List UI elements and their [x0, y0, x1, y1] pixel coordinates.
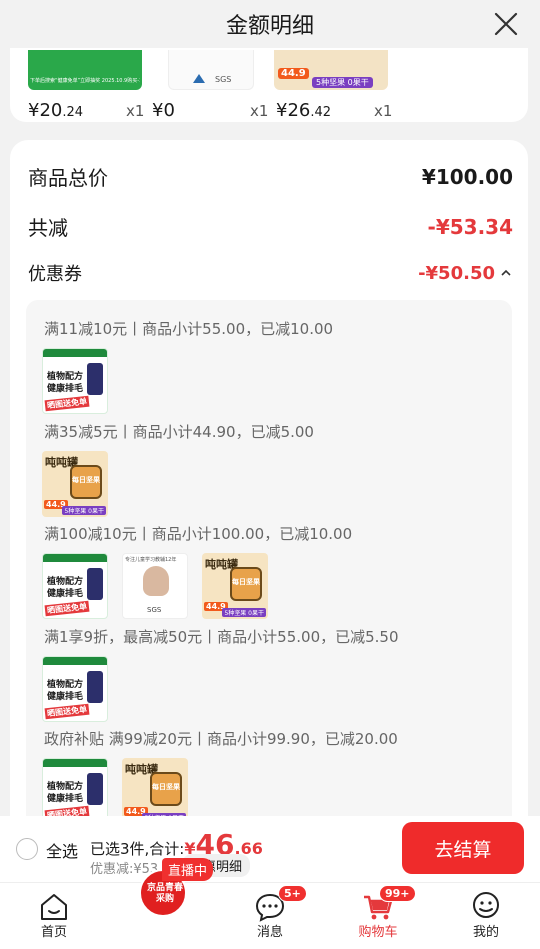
coupon-value-group[interactable]: -¥50.50: [418, 263, 513, 284]
tab-bar: 首页 京品青春采购 5+ 消息 99+ 购物车 我的: [0, 869, 540, 949]
coupon-row[interactable]: 优惠券 -¥50.50: [28, 260, 513, 286]
coupon-rule-5: 政府补贴 满99减20元丨商品小计99.90，已减20.00: [44, 730, 398, 748]
tab-profile[interactable]: 我的: [441, 883, 531, 949]
tab-home[interactable]: 首页: [9, 883, 99, 949]
thumb-banner: 5种坚果 0果干: [222, 608, 266, 617]
coupon-rule-3-thumbs: 植物配方 健康排毛 晒图送免单 专注儿童学习教辅12年 SGS 吨吨罐 每日坚果 44.9…: [42, 553, 268, 619]
coupon-rule-1-thumbs: 植物配方 健康排毛 晒图送免单: [42, 348, 108, 414]
thumb-portrait: [143, 566, 169, 596]
thumb-sgs: SGS: [147, 606, 162, 614]
thumb-header-bar: [43, 349, 107, 357]
checkout-bar: 全选 已选3件,合计:¥46.66 优惠减:¥53.34 优惠明细 去结算: [0, 816, 540, 882]
item-image-strip-3: 44.9 5种坚果 0果干: [274, 50, 388, 90]
page-title: 金额明细: [225, 14, 314, 39]
coupon-rule-2: 满35减5元丨商品小计44.90，已减5.00: [44, 423, 314, 441]
thumb-bottle: [87, 671, 103, 703]
product-thumb-herbal[interactable]: 植物配方 健康排毛 晒图送免单: [42, 758, 108, 824]
thumb-subtitle: 健康排毛: [47, 692, 84, 702]
page: 金额明细 下单后搜索“健康免单”立即抽奖 2025.10.9购买-11.14 S…: [0, 0, 540, 949]
product-thumb-herbal[interactable]: 植物配方 健康排毛 晒图送免单: [42, 348, 108, 414]
coupon-rule-5-thumbs: 植物配方健康排毛晒图送免单 吨吨罐每日坚果44.95种坚果 0果干: [42, 758, 188, 824]
total-reduce-label: 共减: [28, 216, 68, 240]
coupon-rule-3: 满100减10元丨商品小计100.00，已减10.00: [44, 525, 353, 543]
thumb-jar-label: 每日坚果: [72, 476, 100, 484]
coupon-rule-2-thumbs: 吨吨罐 每日坚果 44.9 5种坚果 0果干: [42, 451, 108, 517]
coupon-rule-4-thumbs: 植物配方 健康排毛 晒图送免单: [42, 656, 108, 722]
product-thumb-nuts[interactable]: 吨吨罐每日坚果44.95种坚果 0果干: [202, 553, 268, 619]
item-strip-text: 5种坚果 0果干: [312, 77, 373, 88]
coupon-value: -¥50.50: [418, 262, 495, 284]
product-thumb-nuts[interactable]: 吨吨罐每日坚果44.95种坚果 0果干: [122, 758, 188, 824]
select-all-radio[interactable]: [16, 838, 38, 860]
item-price-1: ¥20.24: [28, 100, 84, 121]
thumb-banner: 晒图送免单: [44, 600, 90, 617]
cart-badge: 99+: [379, 885, 416, 902]
home-icon: [41, 894, 67, 920]
item-image-strip-2: SGS: [168, 50, 254, 90]
tab-messages-label: 消息: [256, 925, 283, 940]
tab-live-promo[interactable]: 京品青春采购: [117, 869, 207, 949]
product-thumb-nuts[interactable]: 吨吨罐每日坚果44.95种坚果 0果干: [42, 451, 108, 517]
thumb-banner: 晒图送免单: [44, 395, 90, 412]
item-qty-1: x1: [126, 102, 145, 120]
product-thumb-book[interactable]: 专注儿童学习教辅12年 SGS: [122, 553, 188, 619]
messages-badge: 5+: [278, 885, 307, 902]
product-thumb-herbal[interactable]: 植物配方 健康排毛 晒图送免单: [42, 656, 108, 722]
total-reduce-row: 共减 -¥53.34: [28, 212, 513, 241]
thumb-banner: 5种坚果 0果干: [62, 506, 106, 515]
coupon-label: 优惠券: [28, 264, 82, 285]
item-qty-3: x1: [374, 102, 393, 120]
thumb-caption: 专注儿童学习教辅12年: [125, 557, 177, 563]
coupon-detail-box: 满11减10元丨商品小计55.00，已减10.00 植物配方 健康排毛 晒图送免单 …: [26, 300, 512, 840]
item-price-tag: 44.9: [278, 68, 309, 79]
thumb-bottle: [87, 568, 103, 600]
item-price-3: ¥26.42: [276, 100, 332, 121]
thumb-subtitle: 健康排毛: [47, 589, 84, 599]
coupon-rule-4: 满1享9折，最高减50元丨商品小计55.00，已减5.50: [44, 628, 399, 646]
item-qty-2: x1: [250, 102, 269, 120]
checkout-button[interactable]: 去结算: [402, 822, 524, 874]
price-summary-card: 商品总价 ¥100.00 共减 -¥53.34 优惠券 -¥50.50 满11减…: [10, 140, 528, 840]
profile-icon: [473, 892, 499, 918]
close-icon[interactable]: [492, 10, 520, 38]
item-image-strip-1: 下单后搜索“健康免单”立即抽奖 2025.10.9购买-11.14: [28, 50, 142, 90]
header: 金额明细: [0, 0, 540, 48]
total-reduce-value: -¥53.34: [427, 214, 513, 239]
coupon-rule-1: 满11减10元丨商品小计55.00，已减10.00: [44, 320, 334, 338]
item-price-2: ¥0: [152, 100, 175, 121]
cert-icon: [193, 74, 205, 83]
thumb-subtitle: 健康排毛: [47, 794, 84, 804]
thumb-jar-label: 每日坚果: [232, 578, 260, 586]
select-all-label[interactable]: 全选: [46, 838, 78, 862]
thumb-bottle: [87, 363, 103, 395]
total-price-value: ¥100.00: [421, 164, 513, 189]
thumb-bottle: [87, 773, 103, 805]
tab-home-label: 首页: [40, 925, 67, 940]
tab-messages[interactable]: 5+ 消息: [225, 883, 315, 949]
tab-cart-label: 购物车: [358, 925, 398, 940]
thumb-header-bar: [43, 554, 107, 562]
live-badge: 直播中: [162, 858, 214, 881]
total-price-label: 商品总价: [28, 166, 108, 190]
thumb-header-bar: [43, 759, 107, 767]
sgs-logo: SGS: [215, 75, 232, 84]
thumb-header-bar: [43, 657, 107, 665]
product-thumb-herbal[interactable]: 植物配方 健康排毛 晒图送免单: [42, 553, 108, 619]
item-strip-text: 下单后搜索“健康免单”立即抽奖 2025.10.9购买-11.14: [30, 78, 140, 84]
total-price-row: 商品总价 ¥100.00: [28, 162, 513, 191]
chevron-up-icon[interactable]: [499, 266, 513, 280]
thumb-banner: 晒图送免单: [44, 703, 90, 720]
tab-profile-label: 我的: [472, 925, 499, 940]
promo-text: 京品青春采购: [146, 883, 183, 904]
tab-cart[interactable]: 99+ 购物车: [333, 883, 423, 949]
thumb-jar-label: 每日坚果: [152, 783, 180, 791]
thumb-subtitle: 健康排毛: [47, 384, 84, 394]
